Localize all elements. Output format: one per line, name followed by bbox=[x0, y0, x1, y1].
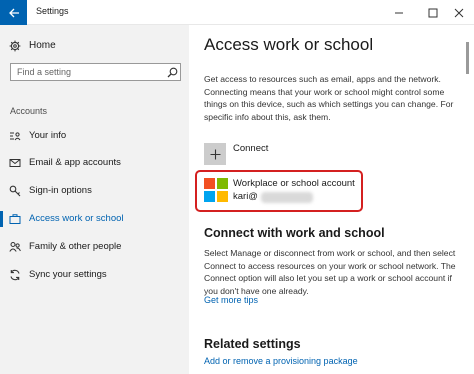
plus-icon bbox=[210, 149, 220, 159]
plus-tile bbox=[204, 143, 226, 165]
search-input[interactable] bbox=[11, 64, 161, 80]
sidebar-item-your-info[interactable]: Your info bbox=[0, 125, 189, 147]
people-icon bbox=[9, 242, 21, 252]
connect-label: Connect bbox=[233, 143, 269, 154]
maximize-icon bbox=[428, 8, 438, 17]
back-button[interactable] bbox=[0, 0, 27, 25]
sidebar-item-label: Email & app accounts bbox=[29, 157, 121, 168]
scrollbar[interactable] bbox=[466, 40, 469, 374]
sidebar-item-sync-your-settings[interactable]: Sync your settings bbox=[0, 264, 189, 286]
intro-text: Get access to resources such as email, a… bbox=[204, 74, 454, 122]
title-bar: Settings bbox=[0, 0, 474, 25]
key-icon bbox=[9, 185, 21, 197]
gear-icon bbox=[9, 40, 21, 52]
sidebar-item-label: Your info bbox=[29, 130, 67, 141]
back-arrow-icon bbox=[8, 8, 19, 17]
close-icon bbox=[454, 8, 464, 17]
section-label-accounts: Accounts bbox=[10, 106, 48, 116]
logo-square-red bbox=[204, 178, 215, 189]
get-more-tips-link[interactable]: Get more tips bbox=[204, 295, 258, 305]
close-button[interactable] bbox=[444, 0, 474, 25]
home-label: Home bbox=[29, 40, 56, 51]
main-content: Access work or school Get access to reso… bbox=[189, 25, 474, 374]
sidebar-item-label: Family & other people bbox=[29, 241, 122, 252]
active-indicator bbox=[0, 211, 3, 227]
sidebar-item-access-work-or-school[interactable]: Access work or school bbox=[0, 208, 189, 230]
scroll-thumb[interactable] bbox=[466, 42, 469, 74]
sidebar-item-label: Sign-in options bbox=[29, 185, 92, 196]
logo-square-blue bbox=[204, 191, 215, 202]
sidebar-item-home[interactable]: Home bbox=[0, 36, 189, 56]
search-icon[interactable] bbox=[167, 67, 178, 78]
sidebar-item-family-other-people[interactable]: Family & other people bbox=[0, 236, 189, 258]
provisioning-package-link[interactable]: Add or remove a provisioning package bbox=[204, 356, 358, 366]
sidebar-item-label: Sync your settings bbox=[29, 269, 107, 280]
microsoft-logo-icon bbox=[204, 178, 228, 202]
minimize-icon bbox=[395, 12, 403, 13]
sidebar-item-sign-in-options[interactable]: Sign-in options bbox=[0, 180, 189, 202]
logo-square-yellow bbox=[217, 191, 228, 202]
account-email: kari@ bbox=[233, 191, 258, 202]
related-settings-heading: Related settings bbox=[204, 337, 301, 351]
window-title: Settings bbox=[36, 6, 69, 16]
redacted-email bbox=[261, 192, 313, 203]
sync-icon bbox=[10, 269, 20, 281]
sidebar-item-label: Access work or school bbox=[29, 213, 124, 224]
page-title: Access work or school bbox=[204, 35, 374, 54]
account-name: Workplace or school account bbox=[233, 178, 355, 189]
minimize-button[interactable] bbox=[384, 0, 414, 25]
section-heading: Connect with work and school bbox=[204, 226, 385, 240]
sidebar-item-email-app-accounts[interactable]: Email & app accounts bbox=[0, 152, 189, 174]
briefcase-icon bbox=[9, 214, 21, 224]
work-account-item[interactable]: Workplace or school account kari@ bbox=[195, 170, 363, 212]
connect-button[interactable]: Connect bbox=[204, 140, 324, 165]
person-card-icon bbox=[10, 132, 21, 141]
mail-icon bbox=[9, 159, 21, 167]
section-text: Select Manage or disconnect from work or… bbox=[204, 248, 456, 296]
sidebar: Home Accounts Your info Email & app acco… bbox=[0, 25, 189, 374]
search-box[interactable] bbox=[10, 63, 181, 81]
logo-square-green bbox=[217, 178, 228, 189]
